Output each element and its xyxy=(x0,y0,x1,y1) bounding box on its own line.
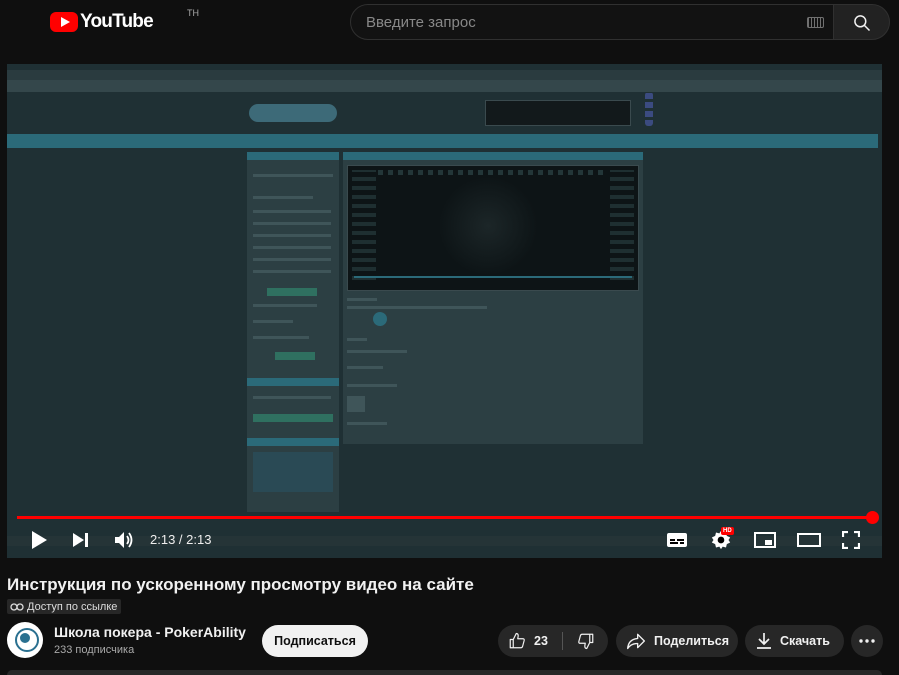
sidebar-line xyxy=(253,246,331,249)
sidebar-line xyxy=(253,270,331,273)
recorded-sidebar xyxy=(247,152,339,512)
like-count: 23 xyxy=(534,634,548,648)
recorded-inner-video xyxy=(347,165,639,291)
inner-icon-row xyxy=(378,170,608,175)
hd-badge: HD xyxy=(721,527,734,535)
sidebar-line xyxy=(253,258,331,261)
channel-avatar[interactable] xyxy=(7,622,43,658)
content-line xyxy=(347,338,367,341)
recorded-site-logo xyxy=(249,104,337,122)
theater-mode-button[interactable] xyxy=(795,522,823,558)
sidebar-line xyxy=(253,210,331,213)
sidebar-line xyxy=(253,174,333,177)
play-button[interactable] xyxy=(25,522,53,558)
inner-progress xyxy=(354,276,632,278)
search-button[interactable] xyxy=(833,4,890,40)
youtube-logo-icon xyxy=(50,12,78,32)
thumbs-up-icon xyxy=(509,632,525,649)
like-dislike-group: 23 xyxy=(498,625,608,657)
like-divider xyxy=(562,632,563,650)
dislike-button[interactable] xyxy=(564,625,608,657)
volume-button[interactable] xyxy=(111,522,137,558)
logo-text: YouTube xyxy=(80,11,154,32)
recorded-social-icons xyxy=(645,92,653,126)
content-head xyxy=(343,152,643,160)
logo-region: TH xyxy=(187,8,199,18)
share-icon xyxy=(627,633,645,650)
video-frame[interactable] xyxy=(7,64,882,558)
sidebar-block-head xyxy=(247,152,339,160)
download-label: Скачать xyxy=(780,634,830,648)
video-title: Инструкция по ускоренному просмотру виде… xyxy=(7,575,474,594)
sidebar-line xyxy=(253,336,309,339)
content-line xyxy=(347,366,383,369)
sidebar-button xyxy=(267,288,317,296)
subscriber-count: 233 подписчика xyxy=(54,644,135,656)
inner-icon-column xyxy=(352,170,376,280)
search-icon xyxy=(854,15,871,32)
sidebar-line xyxy=(253,234,331,237)
channel-name[interactable]: Школа покера - PokerAbility xyxy=(54,624,246,640)
player-controls: 2:13 / 2:13 HD xyxy=(7,522,882,558)
sidebar-line xyxy=(253,196,313,199)
subtitles-icon xyxy=(667,533,687,547)
recorded-banner xyxy=(485,100,631,126)
sidebar-line xyxy=(253,396,331,399)
next-icon xyxy=(73,533,88,547)
recorded-status-circle xyxy=(373,312,387,326)
thumbs-down-icon xyxy=(578,633,594,650)
subscribe-button[interactable]: Подписаться xyxy=(262,625,368,657)
sidebar-thumbnail xyxy=(253,452,333,492)
content-qr xyxy=(347,396,365,412)
miniplayer-icon xyxy=(754,532,776,548)
download-button[interactable]: Скачать xyxy=(745,625,844,657)
volume-icon xyxy=(115,532,133,548)
recorded-content-panel xyxy=(343,152,643,444)
more-actions-button[interactable] xyxy=(851,625,883,657)
youtube-logo[interactable]: YouTube TH xyxy=(50,8,199,34)
sidebar-button xyxy=(275,352,315,360)
inner-icon-column xyxy=(610,170,634,280)
video-player[interactable]: 2:13 / 2:13 HD xyxy=(7,64,882,558)
download-icon xyxy=(757,633,771,649)
sidebar-block-head xyxy=(247,438,339,446)
visibility-badge: Доступ по ссылке xyxy=(7,599,122,614)
miniplayer-button[interactable] xyxy=(751,522,779,558)
recorded-browser-tabs xyxy=(7,70,882,80)
keyboard-icon[interactable] xyxy=(807,17,824,28)
content-line xyxy=(347,298,377,301)
content-line xyxy=(347,350,407,353)
recorded-browser-address xyxy=(7,80,882,92)
top-bar: YouTube TH xyxy=(0,0,899,56)
more-icon xyxy=(859,639,875,643)
subtitles-button[interactable] xyxy=(663,522,691,558)
sidebar-block-head xyxy=(247,378,339,386)
recorded-site-nav xyxy=(7,134,878,148)
fullscreen-icon xyxy=(842,531,860,549)
time-display: 2:13 / 2:13 xyxy=(150,532,212,547)
share-button[interactable]: Поделиться xyxy=(616,625,738,657)
sidebar-line xyxy=(253,320,293,323)
next-button[interactable] xyxy=(69,522,93,558)
visibility-label: Доступ по ссылке xyxy=(27,600,118,613)
content-line xyxy=(347,384,397,387)
progress-fill xyxy=(17,516,872,519)
share-label: Поделиться xyxy=(654,634,730,648)
sidebar-line xyxy=(253,304,317,307)
link-icon xyxy=(10,602,24,611)
search-box xyxy=(350,4,834,40)
like-button[interactable]: 23 xyxy=(498,625,562,657)
settings-button[interactable]: HD xyxy=(707,522,735,558)
description-panel-edge xyxy=(7,670,882,675)
play-icon xyxy=(32,531,47,549)
content-line xyxy=(347,422,387,425)
search-input[interactable] xyxy=(366,5,786,39)
theater-icon xyxy=(797,533,821,547)
progress-bar[interactable] xyxy=(17,511,879,524)
fullscreen-button[interactable] xyxy=(837,522,865,558)
content-line xyxy=(347,306,487,309)
sidebar-line xyxy=(253,222,331,225)
sidebar-button xyxy=(253,414,333,422)
